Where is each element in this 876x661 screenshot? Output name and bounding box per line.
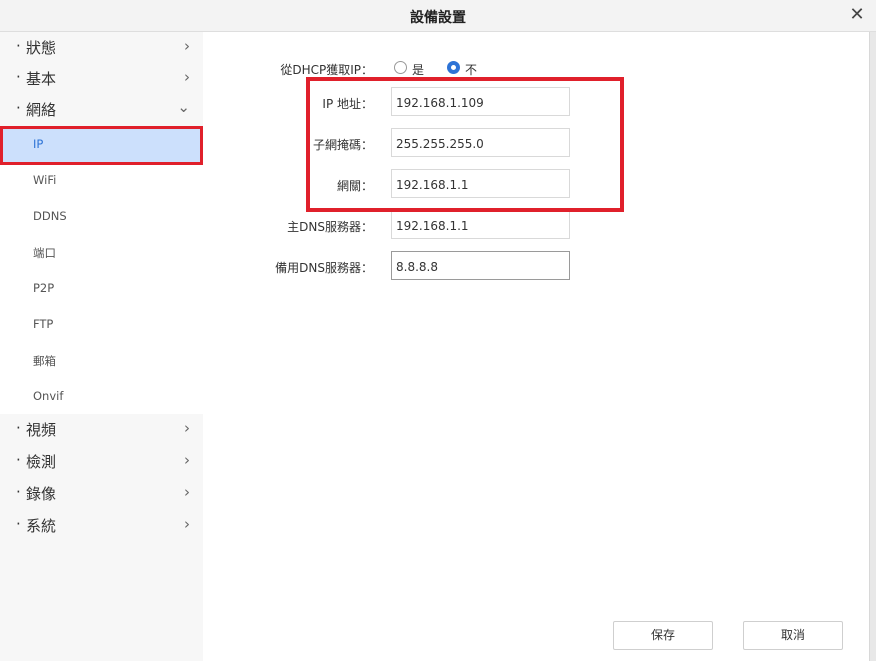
ip-address-label: IP 地址： xyxy=(322,97,373,111)
sidebar: · 狀態 › · 基本 › · 網絡 ⌄ IP WiFi DDNS 端口 P2P… xyxy=(0,32,203,661)
sidebar-item-detection[interactable]: · 檢測 › xyxy=(0,446,203,478)
gateway-input[interactable]: 192.168.1.1 xyxy=(391,169,570,198)
chevron-right-icon: › xyxy=(184,37,190,55)
chevron-right-icon: › xyxy=(184,419,190,437)
dhcp-no-radio[interactable] xyxy=(447,61,460,74)
chevron-right-icon: › xyxy=(184,515,190,533)
sidebar-subitem-ip[interactable]: IP xyxy=(0,126,203,162)
subnet-mask-label: 子網掩碼： xyxy=(312,138,373,152)
window-title: 設備設置 xyxy=(410,10,466,26)
sidebar-item-basic[interactable]: · 基本 › xyxy=(0,63,203,95)
sidebar-subitem-onvif[interactable]: Onvif xyxy=(0,378,203,414)
close-icon[interactable]: ✕ xyxy=(848,6,866,24)
secondary-dns-label: 備用DNS服務器： xyxy=(275,261,373,275)
sidebar-subitem-ftp[interactable]: FTP xyxy=(0,306,203,342)
gateway-label: 網關： xyxy=(336,179,373,193)
sidebar-subitem-p2p[interactable]: P2P xyxy=(0,270,203,306)
subnet-mask-input[interactable]: 255.255.255.0 xyxy=(391,128,570,157)
dhcp-yes-radio[interactable] xyxy=(394,61,407,74)
sidebar-item-label: 基本 xyxy=(26,70,57,88)
chevron-down-icon: ⌄ xyxy=(177,98,190,116)
window-edge xyxy=(869,32,876,661)
chevron-right-icon: › xyxy=(184,483,190,501)
save-button[interactable]: 保存 xyxy=(613,621,713,650)
sidebar-item-label: 錄像 xyxy=(26,485,57,503)
sidebar-item-system[interactable]: · 系統 › xyxy=(0,510,203,542)
primary-dns-input[interactable]: 192.168.1.1 xyxy=(391,210,570,239)
sidebar-item-network[interactable]: · 網絡 ⌄ xyxy=(0,94,203,126)
ip-address-input[interactable]: 192.168.1.109 xyxy=(391,87,570,116)
sidebar-item-label: 網絡 xyxy=(26,101,57,119)
chevron-right-icon: › xyxy=(184,68,190,86)
title-bar: 設備設置 ✕ xyxy=(0,0,876,32)
sidebar-item-recording[interactable]: · 錄像 › xyxy=(0,478,203,510)
dhcp-label: 從DHCP獲取IP： xyxy=(280,63,373,77)
sidebar-item-label: 檢測 xyxy=(26,453,57,471)
chevron-right-icon: › xyxy=(184,451,190,469)
network-submenu: IP WiFi DDNS 端口 P2P FTP 郵箱 Onvif xyxy=(0,126,203,414)
secondary-dns-input[interactable]: 8.8.8.8 xyxy=(391,251,570,280)
sidebar-subitem-mail[interactable]: 郵箱 xyxy=(0,342,203,378)
sidebar-subitem-ddns[interactable]: DDNS xyxy=(0,198,203,234)
cancel-button[interactable]: 取消 xyxy=(743,621,843,650)
sidebar-item-status[interactable]: · 狀態 › xyxy=(0,32,203,64)
dhcp-yes-label: 是 xyxy=(412,63,425,77)
sidebar-item-video[interactable]: · 視頻 › xyxy=(0,414,203,446)
sidebar-subitem-wifi[interactable]: WiFi xyxy=(0,162,203,198)
sidebar-item-label: 系統 xyxy=(26,517,57,535)
primary-dns-label: 主DNS服務器： xyxy=(287,220,373,234)
sidebar-subitem-port[interactable]: 端口 xyxy=(0,234,203,270)
sidebar-item-label: 視頻 xyxy=(26,421,57,439)
dhcp-no-label: 不 xyxy=(465,63,478,77)
sidebar-item-label: 狀態 xyxy=(26,39,57,57)
